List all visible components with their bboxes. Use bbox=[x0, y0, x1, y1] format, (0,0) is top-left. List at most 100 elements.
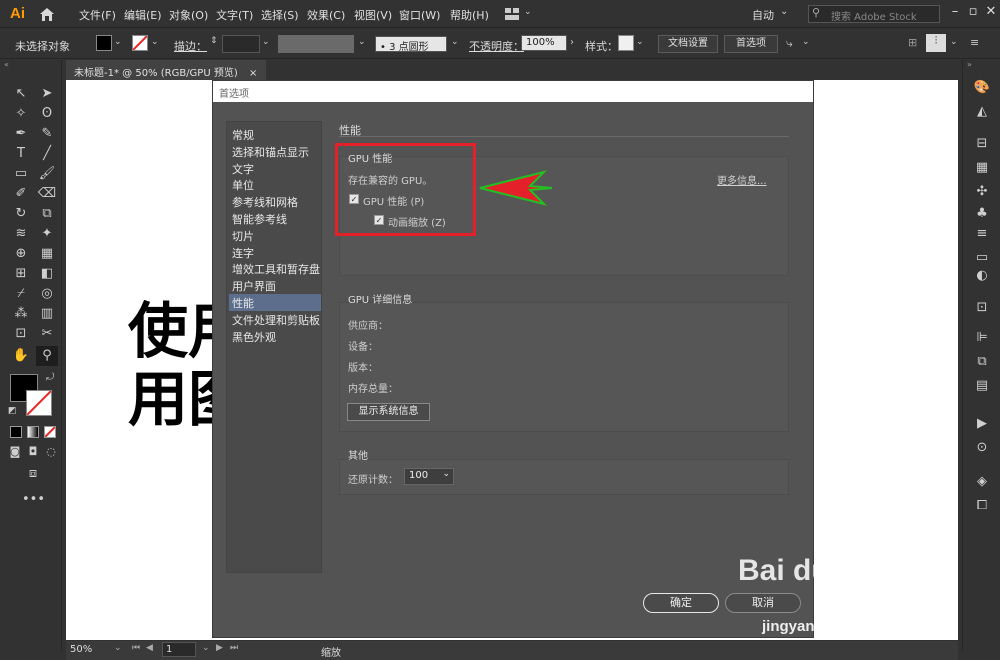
selection-tool-icon[interactable]: ↖ bbox=[10, 84, 32, 104]
preferences-button[interactable]: 首选项 bbox=[724, 35, 778, 53]
more-info-link[interactable]: 更多信息... bbox=[717, 172, 767, 187]
category-item[interactable]: 参考线和网格 bbox=[229, 193, 321, 210]
transform-icon[interactable]: ⤷ bbox=[786, 36, 793, 51]
category-item[interactable]: 文字 bbox=[229, 160, 321, 177]
stroke-weight-input[interactable] bbox=[222, 35, 260, 53]
zoom-tool-icon[interactable]: ⚲ bbox=[36, 346, 58, 366]
shape-builder-tool-icon[interactable]: ⊕ bbox=[10, 244, 32, 264]
swap-colors-icon[interactable]: ⤾ bbox=[46, 372, 54, 383]
workspace-switcher[interactable]: 自动 bbox=[752, 7, 774, 23]
variable-width-profile[interactable] bbox=[278, 35, 354, 53]
chevron-down-icon[interactable]: ⌄ bbox=[262, 37, 274, 49]
undo-count-select[interactable]: 100 ⌄ bbox=[404, 468, 454, 485]
chevron-down-icon[interactable]: ⌄ bbox=[114, 37, 126, 49]
actions-icon[interactable]: ▶ bbox=[973, 416, 991, 434]
layers-icon[interactable]: ◈ bbox=[973, 474, 991, 492]
stock-search-input[interactable]: 搜索 Adobe Stock bbox=[808, 5, 940, 23]
eyedropper-tool-icon[interactable]: ⌿ bbox=[10, 284, 32, 304]
slice-tool-icon[interactable]: ✂ bbox=[36, 324, 58, 344]
category-item[interactable]: 黑色外观 bbox=[229, 328, 321, 345]
line-tool-icon[interactable]: ╱ bbox=[36, 144, 58, 164]
transparency-icon[interactable]: ◐ bbox=[973, 268, 991, 286]
panel-menu-icon[interactable]: ⫶ bbox=[926, 34, 946, 52]
stroke-panel-icon[interactable]: ≡ bbox=[973, 226, 991, 244]
chevron-down-icon[interactable]: ⌄ bbox=[950, 37, 962, 49]
hand-tool-icon[interactable]: ✋ bbox=[10, 346, 32, 366]
close-icon[interactable]: × bbox=[249, 68, 257, 79]
fill-swatch[interactable] bbox=[96, 35, 112, 51]
gradient-tool-icon[interactable]: ◧ bbox=[36, 264, 58, 284]
chevron-down-icon[interactable]: ⌄ bbox=[151, 37, 163, 49]
rotate-tool-icon[interactable]: ↻ bbox=[10, 204, 32, 224]
collapse-icon[interactable]: « bbox=[4, 60, 9, 69]
perspective-grid-tool-icon[interactable]: ▦ bbox=[36, 244, 58, 264]
prev-page-icon[interactable]: ◀ bbox=[146, 643, 153, 653]
next-page-icon[interactable]: ▶ bbox=[216, 643, 223, 653]
lasso-tool-icon[interactable]: ʘ bbox=[36, 104, 58, 124]
mesh-tool-icon[interactable]: ⊞ bbox=[10, 264, 32, 284]
close-icon[interactable]: ✕ bbox=[982, 4, 1000, 22]
chevron-down-icon[interactable]: ⌄ bbox=[780, 6, 788, 17]
opacity-label[interactable]: 不透明度： bbox=[469, 38, 524, 54]
gradient-panel-icon[interactable]: ▭ bbox=[973, 250, 991, 268]
blend-tool-icon[interactable]: ◎ bbox=[36, 284, 58, 304]
menu-window[interactable]: 窗口(W) bbox=[399, 7, 440, 23]
menu-file[interactable]: 文件(F) bbox=[79, 7, 116, 23]
draw-inside-icon[interactable]: ◌ bbox=[40, 442, 62, 462]
libraries-icon[interactable]: ⊟ bbox=[973, 136, 991, 154]
paintbrush-tool-icon[interactable]: 🖌 bbox=[36, 164, 58, 184]
expand-icon[interactable]: » bbox=[967, 60, 972, 69]
category-item[interactable]: 切片 bbox=[229, 227, 321, 244]
symbols-icon[interactable]: ♣ bbox=[973, 206, 991, 224]
menu-type[interactable]: 文字(T) bbox=[216, 7, 253, 23]
gradient-mode-icon[interactable] bbox=[27, 426, 39, 438]
color-mode-icon[interactable] bbox=[10, 426, 22, 438]
category-item[interactable]: 连字 bbox=[229, 244, 321, 261]
links-icon[interactable]: ⊙ bbox=[973, 440, 991, 458]
cancel-button[interactable]: 取消 bbox=[725, 593, 801, 613]
brush-definition[interactable]: • 3 点圆形 bbox=[375, 36, 447, 53]
curvature-tool-icon[interactable]: ✎ bbox=[36, 124, 58, 144]
first-page-icon[interactable]: ⏮ bbox=[132, 643, 140, 653]
menu-view[interactable]: 视图(V) bbox=[354, 7, 392, 23]
magic-wand-tool-icon[interactable]: ✧ bbox=[10, 104, 32, 124]
warp-tool-icon[interactable]: ≋ bbox=[10, 224, 32, 244]
direct-selection-tool-icon[interactable]: ➤ bbox=[36, 84, 58, 104]
rectangle-tool-icon[interactable]: ▭ bbox=[10, 164, 32, 184]
last-page-icon[interactable]: ⏭ bbox=[230, 643, 238, 653]
pathfinder-icon[interactable]: ⧉ bbox=[973, 354, 991, 372]
chevron-down-icon[interactable]: ⌄ bbox=[114, 643, 122, 653]
type-tool-icon[interactable]: T bbox=[10, 144, 32, 164]
chevron-down-icon[interactable]: ⌄ bbox=[636, 37, 648, 49]
color-panel-icon[interactable]: 🎨 bbox=[973, 80, 991, 98]
screen-mode-icon[interactable]: ⧈ bbox=[22, 464, 44, 484]
maximize-icon[interactable]: ▫ bbox=[964, 4, 982, 22]
artboard-tool-icon[interactable]: ⊡ bbox=[10, 324, 32, 344]
category-item[interactable]: 性能 bbox=[229, 294, 321, 311]
category-item[interactable]: 文件处理和剪贴板 bbox=[229, 311, 321, 328]
brushes-icon[interactable]: ✣ bbox=[973, 184, 991, 202]
pen-tool-icon[interactable]: ✒ bbox=[10, 124, 32, 144]
align-panel-icon[interactable]: ⊫ bbox=[973, 330, 991, 348]
menu-help[interactable]: 帮助(H) bbox=[450, 7, 489, 23]
menu-effect[interactable]: 效果(C) bbox=[307, 7, 345, 23]
style-swatch[interactable] bbox=[618, 35, 634, 51]
chevron-down-icon[interactable]: ⌄ bbox=[358, 37, 370, 49]
home-icon[interactable] bbox=[38, 6, 56, 22]
document-setup-button[interactable]: 文档设置 bbox=[658, 35, 718, 53]
ok-button[interactable]: 确定 bbox=[643, 593, 719, 613]
show-system-info-button[interactable]: 显示系统信息 bbox=[347, 403, 430, 421]
eraser-tool-icon[interactable]: ⌫ bbox=[36, 184, 58, 204]
chevron-down-icon[interactable]: ⌄ bbox=[202, 643, 210, 653]
category-item[interactable]: 智能参考线 bbox=[229, 210, 321, 227]
default-colors-icon[interactable]: ◩ bbox=[8, 406, 17, 416]
stroke-color-swatch[interactable] bbox=[26, 390, 52, 416]
stroke-label[interactable]: 描边： bbox=[174, 38, 207, 54]
category-item[interactable]: 常规 bbox=[229, 126, 321, 143]
category-item[interactable]: 选择和锚点显示 bbox=[229, 143, 321, 160]
align-icon[interactable]: ⊞ bbox=[908, 36, 917, 49]
chevron-down-icon[interactable]: ⌄ bbox=[451, 37, 463, 49]
swatches-icon[interactable]: ▦ bbox=[973, 160, 991, 178]
category-item[interactable]: 单位 bbox=[229, 176, 321, 193]
menu-object[interactable]: 对象(O) bbox=[169, 7, 208, 23]
